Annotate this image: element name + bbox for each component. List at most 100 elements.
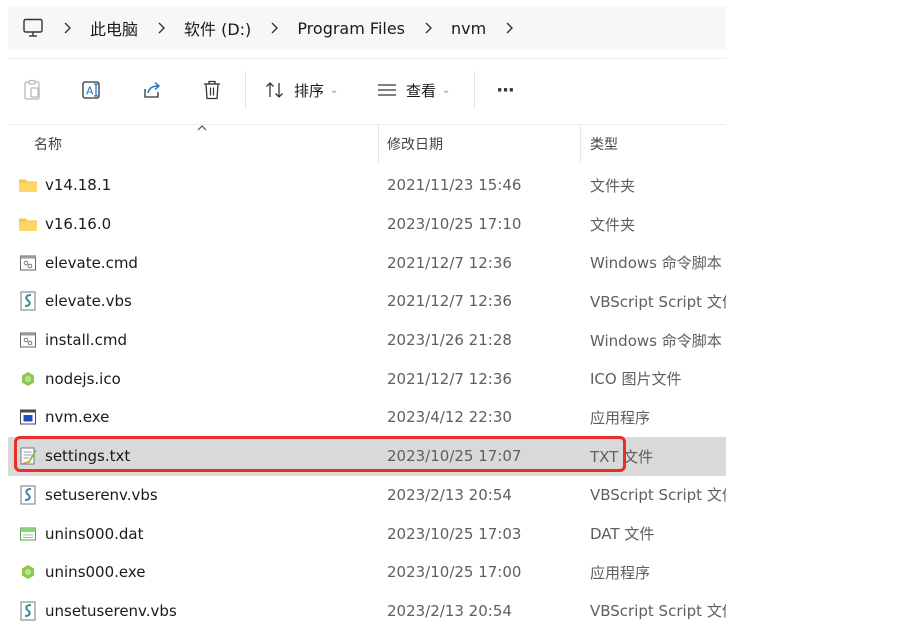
file-type: DAT 文件 [590, 525, 655, 544]
file-name: v14.18.1 [45, 176, 112, 195]
chevron-right-icon[interactable] [486, 21, 532, 35]
breadcrumb-this-pc[interactable]: 此电脑 [90, 16, 138, 40]
file-name: unsetuserenv.vbs [45, 601, 177, 620]
file-type: Windows 命令脚本 [590, 254, 722, 273]
breadcrumb-drive-d[interactable]: 软件 (D:) [184, 16, 251, 40]
file-date: 2023/1/26 21:28 [387, 331, 512, 350]
file-name: elevate.cmd [45, 253, 138, 272]
cmd-file-icon [18, 330, 38, 350]
file-date: 2021/12/7 12:36 [387, 292, 512, 311]
delete-button[interactable] [200, 59, 224, 121]
file-row[interactable]: nvm.exe 2023/4/12 22:30 应用程序 [8, 398, 726, 437]
more-options-button[interactable]: ··· [492, 59, 518, 121]
share-button[interactable] [140, 59, 164, 121]
file-date: 2023/10/25 17:10 [387, 215, 522, 234]
exe-file-icon [18, 407, 38, 427]
file-type: 文件夹 [590, 176, 636, 195]
nodejs-icon [18, 562, 38, 582]
file-name: settings.txt [45, 447, 131, 466]
command-bar: A 排序 ⌄ 查看 ⌄ ··· [8, 58, 726, 120]
file-type: VBScript Script 文件 [590, 292, 726, 311]
rename-button[interactable]: A [80, 59, 104, 121]
vbs-file-icon [18, 485, 38, 505]
file-name: nvm.exe [45, 408, 110, 427]
file-row-selected[interactable]: settings.txt 2023/10/25 17:07 TXT 文件 [8, 436, 726, 476]
address-bar[interactable]: 此电脑 软件 (D:) Program Files nvm [8, 6, 726, 50]
file-type: Windows 命令脚本 [590, 331, 722, 350]
file-name: unins000.exe [45, 563, 146, 582]
vbs-file-icon [18, 291, 38, 311]
file-type: TXT 文件 [590, 447, 654, 466]
file-date: 2021/11/23 15:46 [387, 176, 522, 195]
file-type: 文件夹 [590, 215, 636, 234]
column-divider[interactable] [378, 125, 379, 163]
file-row[interactable]: unins000.exe 2023/10/25 17:00 应用程序 [8, 553, 726, 592]
file-type: 应用程序 [590, 408, 651, 427]
file-name: elevate.vbs [45, 292, 132, 311]
file-date: 2023/4/12 22:30 [387, 408, 512, 427]
cmd-file-icon [18, 253, 38, 273]
txt-file-icon [18, 446, 38, 466]
chevron-right-icon[interactable] [44, 21, 90, 35]
column-date-modified[interactable]: 修改日期 [387, 125, 443, 163]
file-name: unins000.dat [45, 524, 144, 543]
file-row[interactable]: elevate.vbs 2021/12/7 12:36 VBScript Scr… [8, 282, 726, 321]
svg-text:A: A [86, 85, 94, 98]
file-date: 2023/2/13 20:54 [387, 601, 512, 620]
toolbar-divider [474, 71, 475, 109]
folder-icon [18, 175, 38, 195]
paste-icon [22, 79, 42, 101]
file-date: 2021/12/7 12:36 [387, 369, 512, 388]
file-row[interactable]: unsetuserenv.vbs 2023/2/13 20:54 VBScrip… [8, 592, 726, 631]
nodejs-icon [18, 369, 38, 389]
breadcrumb-program-files[interactable]: Program Files [297, 19, 405, 38]
chevron-down-icon: ⌄ [442, 84, 451, 96]
file-type: 应用程序 [590, 563, 651, 582]
breadcrumb-nvm[interactable]: nvm [451, 19, 486, 38]
file-row[interactable]: v14.18.1 2021/11/23 15:46 文件夹 [8, 166, 726, 205]
file-date: 2021/12/7 12:36 [387, 253, 512, 272]
column-name[interactable]: 名称 [34, 125, 62, 163]
sort-ascending-icon [197, 125, 207, 131]
file-row[interactable]: v16.16.0 2023/10/25 17:10 文件夹 [8, 205, 726, 244]
column-header: 名称 修改日期 类型 [8, 124, 726, 163]
computer-icon[interactable] [22, 18, 44, 38]
share-icon [141, 79, 163, 101]
file-list: v14.18.1 2021/11/23 15:46 文件夹 v16.16.0 2… [8, 166, 726, 630]
column-type[interactable]: 类型 [590, 125, 618, 163]
chevron-right-icon[interactable] [138, 21, 184, 35]
trash-icon [202, 79, 222, 101]
chevron-right-icon[interactable] [405, 21, 451, 35]
paste-button[interactable] [20, 59, 44, 121]
toolbar-divider [245, 71, 246, 109]
sort-icon [264, 80, 286, 100]
dat-file-icon [18, 524, 38, 544]
file-date: 2023/10/25 17:00 [387, 563, 522, 582]
file-name: v16.16.0 [45, 215, 112, 234]
file-row[interactable]: install.cmd 2023/1/26 21:28 Windows 命令脚本 [8, 321, 726, 360]
file-row[interactable]: nodejs.ico 2021/12/7 12:36 ICO 图片文件 [8, 359, 726, 398]
file-row[interactable]: elevate.cmd 2021/12/7 12:36 Windows 命令脚本 [8, 243, 726, 282]
file-name: setuserenv.vbs [45, 485, 158, 504]
file-type: VBScript Script 文件 [590, 486, 726, 505]
file-row[interactable]: setuserenv.vbs 2023/2/13 20:54 VBScript … [8, 476, 726, 515]
file-row[interactable]: unins000.dat 2023/10/25 17:03 DAT 文件 [8, 514, 726, 553]
list-view-icon [376, 80, 398, 100]
file-type: VBScript Script 文件 [590, 602, 726, 621]
file-name: nodejs.ico [45, 369, 121, 388]
folder-icon [18, 214, 38, 234]
vbs-file-icon [18, 601, 38, 621]
sort-label: 排序 [294, 81, 325, 100]
rename-icon: A [81, 79, 103, 101]
file-date: 2023/10/25 17:03 [387, 524, 522, 543]
view-button[interactable]: 查看 ⌄ [376, 59, 450, 121]
chevron-down-icon: ⌄ [330, 84, 339, 96]
column-divider[interactable] [580, 125, 581, 163]
file-date: 2023/10/25 17:07 [387, 447, 522, 466]
chevron-right-icon[interactable] [251, 21, 297, 35]
file-date: 2023/2/13 20:54 [387, 485, 512, 504]
file-name: install.cmd [45, 331, 128, 350]
view-label: 查看 [406, 81, 437, 100]
file-type: ICO 图片文件 [590, 370, 682, 389]
sort-button[interactable]: 排序 ⌄ [264, 59, 338, 121]
